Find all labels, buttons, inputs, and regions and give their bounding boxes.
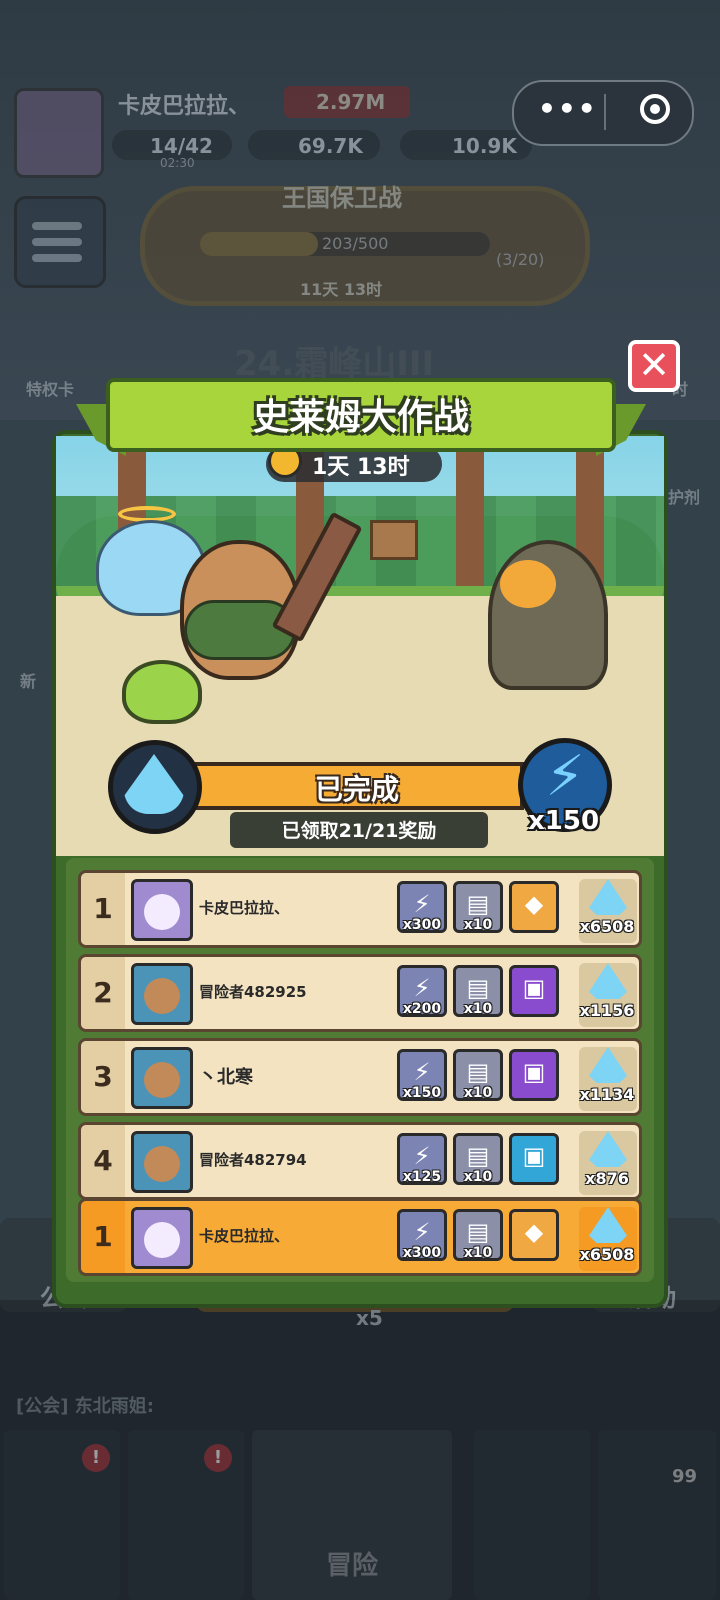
energy-value: 14/42 bbox=[150, 134, 213, 158]
kingdom-progress-fill bbox=[200, 232, 318, 256]
nav-chest[interactable] bbox=[598, 1430, 716, 1600]
gold-value: 10.9K bbox=[452, 134, 517, 158]
chat-preview[interactable]: [公会] 东北雨姐: bbox=[16, 1392, 154, 1418]
kingdom-progress-text: 203/500 bbox=[322, 234, 389, 253]
menu-icon-line bbox=[32, 254, 82, 262]
reward-quantity: x125 bbox=[402, 1169, 442, 1185]
menu-icon bbox=[32, 222, 82, 230]
event-status: 已完成 bbox=[314, 773, 399, 806]
kingdom-side-count: (3/20) bbox=[496, 250, 545, 269]
green-slime bbox=[122, 660, 202, 724]
battle-cost: x5 bbox=[356, 1306, 383, 1330]
capsule-divider bbox=[604, 94, 606, 130]
modal-title: 史莱姆大作战 bbox=[252, 397, 469, 438]
reward-quantity: x10 bbox=[463, 1085, 493, 1101]
rank-number: 2 bbox=[81, 957, 125, 1029]
bolt-count: x150 bbox=[528, 806, 600, 836]
ranking-row[interactable]: 1 卡皮巴拉拉、 ⚡ x300 ▤ x10 ◆ x6508 bbox=[78, 870, 642, 948]
ranking-player-name: 丶北寒 bbox=[199, 1067, 253, 1088]
gold-gem-chest-icon[interactable]: ◆ bbox=[509, 1209, 559, 1261]
rank-number: 1 bbox=[81, 873, 125, 945]
rank-number: 4 bbox=[81, 1125, 125, 1197]
player-name: 卡皮巴拉拉、 bbox=[118, 94, 251, 119]
player-avatar-thumb[interactable] bbox=[131, 1047, 193, 1109]
claimed-rewards: 已领取21/21奖励 bbox=[281, 820, 437, 842]
kingdom-title: 王国保卫战 bbox=[282, 184, 402, 212]
blue-chest-icon[interactable]: ▣ bbox=[509, 1133, 559, 1185]
slime-drop-count: x876 bbox=[585, 1169, 629, 1188]
power-value: 2.97M bbox=[316, 90, 386, 114]
slime-drop-count: x6508 bbox=[579, 1245, 635, 1264]
my-rank-row[interactable]: 1 卡皮巴拉拉、 ⚡ x300 ▤ x10 ◆ x6508 bbox=[78, 1198, 642, 1276]
rogue-hair bbox=[500, 560, 556, 608]
nav-upgrade[interactable] bbox=[474, 1430, 590, 1600]
reward-quantity: x150 bbox=[402, 1085, 442, 1101]
nav-chest-count: 99 bbox=[672, 1466, 698, 1487]
bolt-icon: ⚡ bbox=[545, 744, 585, 809]
rank-number: 3 bbox=[81, 1041, 125, 1113]
player-avatar-thumb[interactable] bbox=[131, 963, 193, 1025]
reward-quantity: x10 bbox=[463, 1169, 493, 1185]
purple-chest-icon[interactable]: ▣ bbox=[509, 1049, 559, 1101]
ranking-player-name: 冒险者482794 bbox=[199, 1151, 307, 1169]
player-avatar[interactable] bbox=[14, 88, 104, 178]
kingdom-timer: 11天 13时 bbox=[300, 280, 383, 299]
ranking-player-name: 冒险者482925 bbox=[199, 983, 307, 1001]
gems-value: 69.7K bbox=[298, 134, 363, 158]
ranking-row[interactable]: 4 冒险者482794 ⚡ x125 ▤ x10 ▣ x876 bbox=[78, 1122, 642, 1200]
reward-quantity: x10 bbox=[463, 917, 493, 933]
hooded-rogue-character bbox=[488, 540, 608, 690]
purple-chest-icon[interactable]: ▣ bbox=[509, 965, 559, 1017]
player-avatar-thumb[interactable] bbox=[131, 1131, 193, 1193]
reward-quantity: x200 bbox=[402, 1001, 442, 1017]
player-avatar-thumb[interactable] bbox=[131, 1207, 193, 1269]
nav-equipment-alert: ! bbox=[204, 1444, 232, 1472]
ranking-player-name: 卡皮巴拉拉、 bbox=[199, 899, 290, 917]
gold-gem-chest-icon[interactable]: ◆ bbox=[509, 881, 559, 933]
reward-quantity: x300 bbox=[402, 917, 442, 933]
more-options-icon[interactable]: ••• bbox=[538, 92, 598, 125]
ranking-row[interactable]: 2 冒险者482925 ⚡ x200 ▤ x10 ▣ x1156 bbox=[78, 954, 642, 1032]
menu-icon-line bbox=[32, 238, 82, 246]
nav-shop-alert: ! bbox=[82, 1444, 110, 1472]
player-avatar-thumb[interactable] bbox=[131, 879, 193, 941]
new-label[interactable]: 新 bbox=[20, 668, 36, 692]
slime-drop-count: x1134 bbox=[579, 1085, 635, 1104]
nav-adventure-label: 冒险 bbox=[326, 1551, 379, 1581]
rank-number: 1 bbox=[81, 1201, 125, 1273]
reward-quantity: x300 bbox=[402, 1245, 442, 1261]
reward-quantity: x10 bbox=[463, 1001, 493, 1017]
energy-timer: 02:30 bbox=[160, 156, 195, 170]
slime-drop-count: x1156 bbox=[579, 1001, 635, 1020]
ranking-player-name: 卡皮巴拉拉、 bbox=[199, 1227, 290, 1245]
event-timer: 1天 13时 bbox=[312, 455, 410, 480]
right-side-label-2[interactable]: 护剂 bbox=[668, 484, 700, 508]
slime-drop-count: x6508 bbox=[579, 917, 635, 936]
reward-quantity: x10 bbox=[463, 1245, 493, 1261]
close-icon[interactable]: ✕ bbox=[628, 340, 680, 392]
close-miniprogram-icon[interactable] bbox=[640, 94, 670, 124]
privilege-card-label[interactable]: 特权卡 bbox=[26, 376, 74, 400]
wooden-crate bbox=[370, 520, 418, 560]
ranking-row[interactable]: 3 丶北寒 ⚡ x150 ▤ x10 ▣ x1134 bbox=[78, 1038, 642, 1116]
